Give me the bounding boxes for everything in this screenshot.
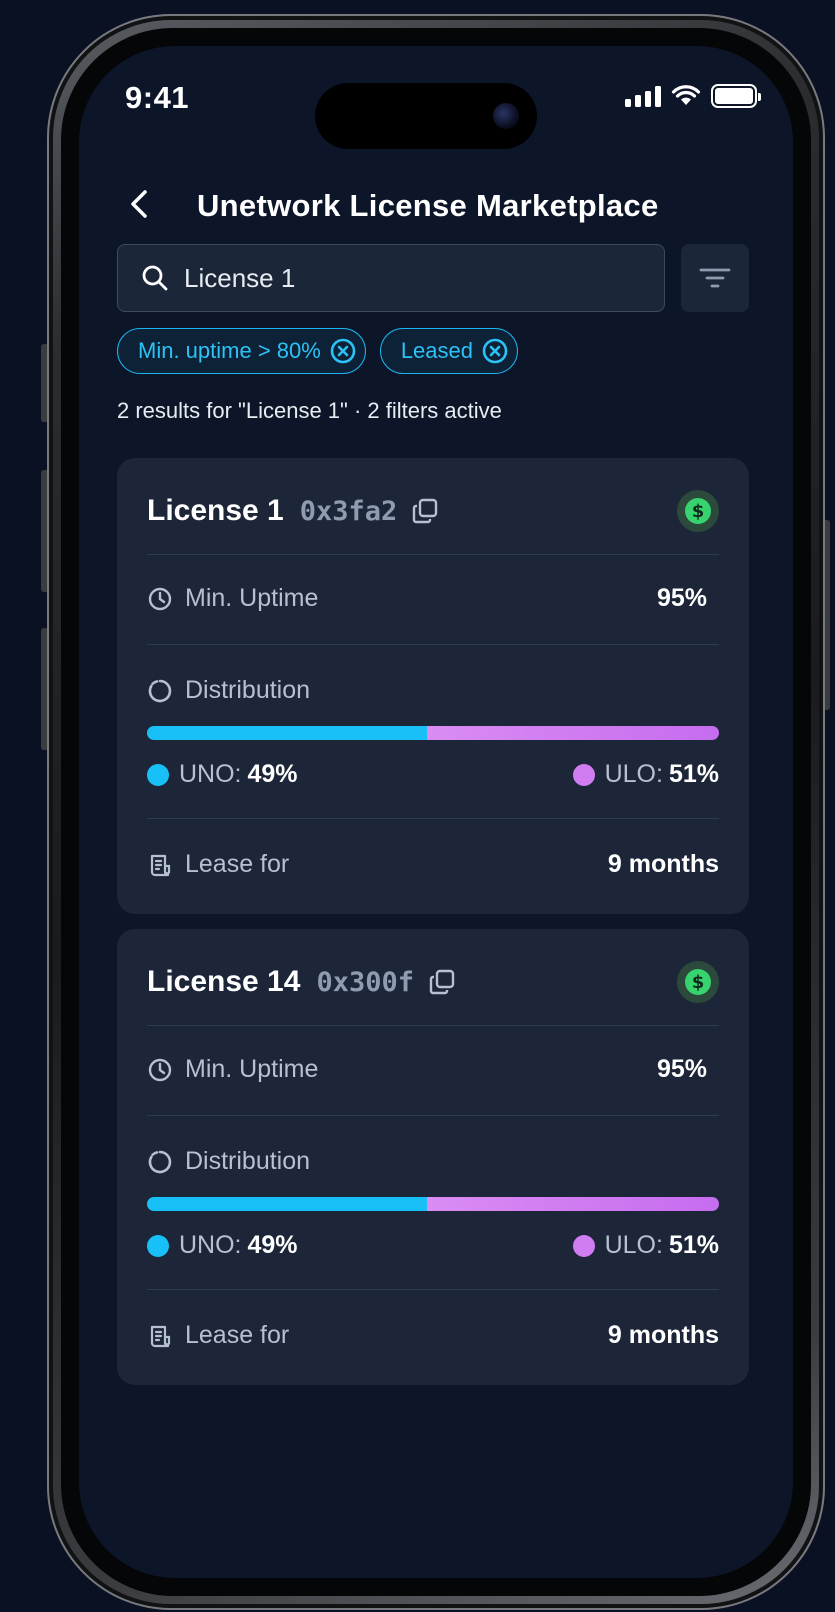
license-name: License 1 xyxy=(147,494,284,527)
screen: 9:41 Unetwork License Marketplace Licens… xyxy=(79,46,793,1578)
uno-segment xyxy=(147,726,428,740)
lease-for-label: Lease for xyxy=(147,850,289,879)
status-icons xyxy=(625,84,761,108)
ulo-dot xyxy=(572,1234,595,1257)
uno-legend: UNO: 49% xyxy=(147,1231,298,1260)
search-value[interactable]: License 1 xyxy=(184,263,295,294)
distribution-label: Distribution xyxy=(147,676,310,705)
lease-duration: 9 months xyxy=(607,1321,719,1349)
uno-dot xyxy=(147,763,169,786)
clock-icon xyxy=(148,1058,172,1081)
lease-badge: $ xyxy=(677,490,719,532)
receipt-icon xyxy=(150,1325,171,1347)
uno-value: 49% xyxy=(247,1231,298,1259)
min-uptime-value: 95% xyxy=(656,584,707,612)
page-title: Unetwork License Marketplace xyxy=(197,188,659,223)
chevron-left-icon xyxy=(131,190,147,218)
donut-icon xyxy=(148,1150,172,1173)
donut-icon xyxy=(148,679,172,702)
filter-chip-leased[interactable]: Leased xyxy=(379,328,518,374)
phone-frame: 9:41 Unetwork License Marketplace Licens… xyxy=(47,14,825,1610)
license-card[interactable]: License 1 0x3fa2 $ Min. Uptime 95% Distr… xyxy=(117,458,749,914)
min-uptime-value: 95% xyxy=(656,1055,707,1083)
chip-label: Leased xyxy=(400,338,473,363)
license-card[interactable]: License 14 0x300f $ Min. Uptime 95% Dist… xyxy=(117,929,749,1385)
back-button[interactable] xyxy=(119,180,159,228)
filter-button[interactable] xyxy=(681,244,749,312)
card-header: License 14 0x300f $ xyxy=(147,959,719,1005)
divider xyxy=(147,818,719,819)
receipt-icon xyxy=(150,854,171,876)
close-circle-icon[interactable] xyxy=(329,337,357,365)
header: Unetwork License Marketplace xyxy=(79,174,793,234)
results-summary: 2 results for "License 1" · 2 filters ac… xyxy=(117,398,502,423)
ulo-legend: ULO: 51% xyxy=(572,1231,719,1260)
divider xyxy=(147,1289,719,1290)
clock-icon xyxy=(148,587,172,610)
divider xyxy=(147,644,719,645)
wifi-icon xyxy=(671,85,701,105)
uno-segment xyxy=(147,1197,428,1211)
distribution-bar xyxy=(147,726,719,740)
dollar-icon: $ xyxy=(685,969,711,995)
copy-icon[interactable] xyxy=(428,968,456,996)
min-uptime-label: Min. Uptime xyxy=(147,1055,318,1084)
divider xyxy=(147,1115,719,1116)
ulo-value: 51% xyxy=(668,1231,719,1259)
search-input[interactable]: License 1 xyxy=(117,244,665,312)
uno-legend: UNO: 49% xyxy=(147,760,298,789)
camera-icon xyxy=(493,103,519,129)
divider xyxy=(147,554,719,555)
lease-for-label: Lease for xyxy=(147,1321,289,1350)
license-address: 0x3fa2 xyxy=(299,495,398,527)
cellular-signal-icon xyxy=(625,85,661,107)
dynamic-island xyxy=(315,83,537,149)
uno-dot xyxy=(147,1234,169,1257)
filter-lines-icon xyxy=(699,268,731,288)
distribution-label: Distribution xyxy=(147,1147,310,1176)
distribution-bar xyxy=(147,1197,719,1211)
license-address: 0x300f xyxy=(316,966,414,998)
divider xyxy=(147,1025,719,1026)
copy-icon[interactable] xyxy=(411,497,439,525)
card-header: License 1 0x3fa2 $ xyxy=(147,488,719,534)
active-filters: Min. uptime > 80% Leased xyxy=(117,328,518,374)
filter-chip-min-uptime[interactable]: Min. uptime > 80% xyxy=(117,328,366,374)
ulo-dot xyxy=(572,763,595,786)
close-circle-icon[interactable] xyxy=(481,337,509,365)
ulo-legend: ULO: 51% xyxy=(572,760,719,789)
search-icon xyxy=(142,265,168,291)
min-uptime-label: Min. Uptime xyxy=(147,584,318,613)
lease-badge: $ xyxy=(677,961,719,1003)
ulo-segment xyxy=(427,1197,719,1211)
chip-label: Min. uptime > 80% xyxy=(138,338,321,363)
status-time: 9:41 xyxy=(125,80,190,115)
lease-duration: 9 months xyxy=(607,850,719,878)
ulo-segment xyxy=(427,726,719,740)
ulo-value: 51% xyxy=(668,760,719,788)
dollar-icon: $ xyxy=(685,498,711,524)
battery-icon xyxy=(711,84,761,108)
license-name: License 14 xyxy=(147,965,301,998)
uno-value: 49% xyxy=(247,760,298,788)
